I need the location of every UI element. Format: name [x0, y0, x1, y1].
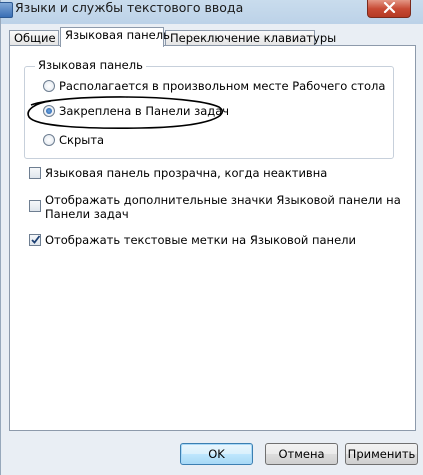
cancel-button[interactable]: Отмена: [265, 443, 338, 465]
cancel-button-label: Отмена: [278, 447, 325, 461]
window-title: Языки и службы текстового ввода: [15, 0, 244, 15]
dialog-window: Языки и службы текстового ввода Общие Яз…: [0, 0, 423, 475]
checkmark-icon: [31, 235, 41, 244]
radio-docked-taskbar[interactable]: [43, 105, 55, 117]
radio-docked-taskbar-label[interactable]: Закреплена в Панели задач: [59, 104, 229, 118]
checkbox-extra-icons-label-line1[interactable]: Отображать дополнительные значки Языково…: [45, 193, 401, 207]
tab-keyboard-switching-label: Переключение клавиатуры: [170, 31, 337, 45]
tab-language-bar[interactable]: Языковая панель: [60, 27, 170, 47]
checkbox-extra-icons-label-line2[interactable]: Панели задач: [45, 207, 129, 221]
close-button[interactable]: [367, 0, 411, 18]
groupbox-label: Языковая панель: [35, 58, 146, 72]
checkbox-transparent-inactive-label[interactable]: Языковая панель прозрачна, когда неактив…: [45, 166, 327, 180]
checkbox-transparent-inactive[interactable]: [29, 167, 41, 179]
keyboard-icon: [0, 2, 13, 18]
apply-button[interactable]: Применить: [345, 443, 418, 465]
tab-keyboard-switching[interactable]: Переключение клавиатуры: [165, 30, 336, 46]
close-icon: [383, 2, 396, 13]
checkbox-extra-icons[interactable]: [29, 200, 41, 212]
ok-button[interactable]: OK: [180, 443, 253, 465]
radio-floating-desktop-label[interactable]: Располагается в произвольном месте Рабоч…: [59, 79, 385, 93]
tab-general[interactable]: Общие: [9, 30, 59, 46]
radio-hidden-label[interactable]: Скрыта: [59, 133, 104, 147]
radio-hidden[interactable]: [43, 134, 55, 146]
tab-language-bar-label: Языковая панель: [65, 28, 170, 42]
title-bar: Языки и службы текстового ввода: [0, 0, 423, 24]
ok-button-label: OK: [208, 447, 225, 461]
apply-button-label: Применить: [347, 447, 416, 461]
radio-floating-desktop[interactable]: [43, 80, 55, 92]
tab-general-label: Общие: [14, 31, 56, 45]
checkbox-text-labels-label[interactable]: Отображать текстовые метки на Языковой п…: [45, 233, 356, 247]
checkbox-text-labels[interactable]: [29, 234, 41, 246]
